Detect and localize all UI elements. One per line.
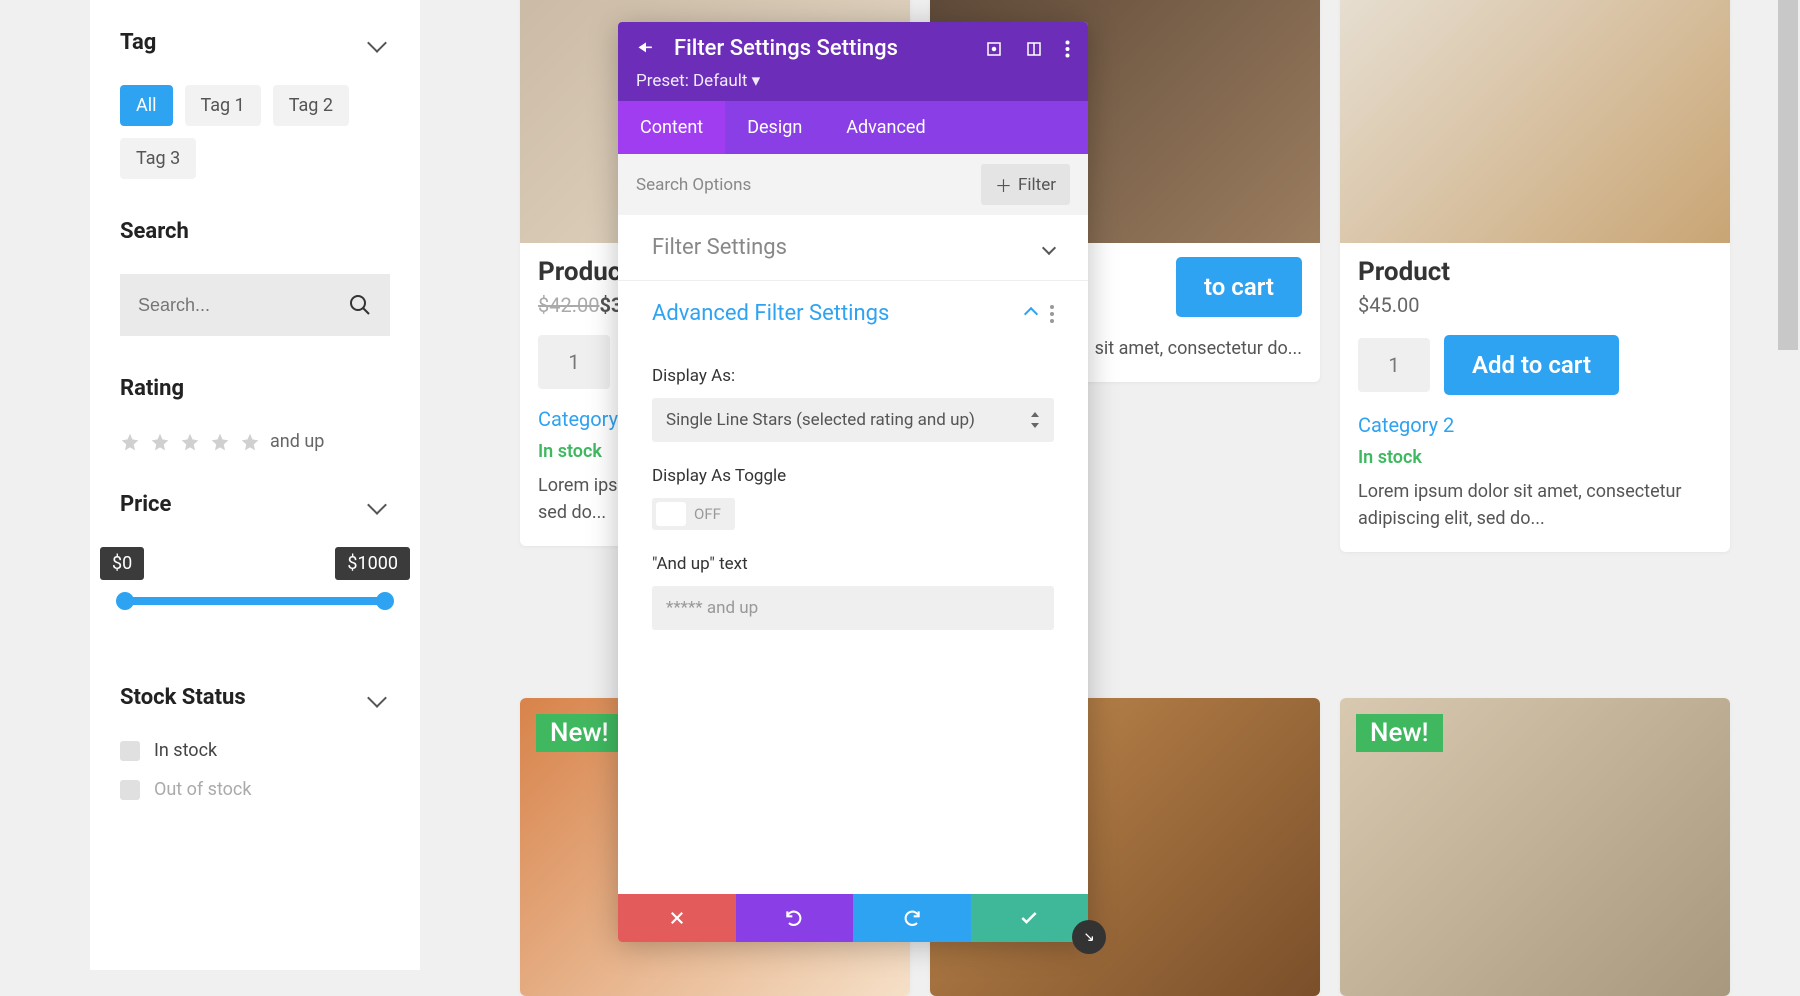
stock-out[interactable]: Out of stock — [120, 779, 390, 800]
display-as-label: Display As: — [652, 366, 1054, 386]
filter-settings-modal: Filter Settings Settings Preset: Default… — [618, 22, 1088, 942]
rating-andup: and up — [270, 431, 324, 452]
undo-button[interactable] — [736, 894, 854, 942]
search-icon[interactable] — [348, 293, 372, 317]
price-min: $0 — [100, 547, 144, 580]
add-to-cart-button[interactable]: to cart — [1176, 257, 1302, 317]
scrollbar[interactable] — [1778, 0, 1798, 350]
cancel-button[interactable] — [618, 894, 736, 942]
redo-button[interactable] — [853, 894, 971, 942]
checkbox-icon[interactable] — [120, 741, 140, 761]
checkbox-icon[interactable] — [120, 780, 140, 800]
chevron-down-icon — [1042, 240, 1056, 254]
search-box[interactable] — [120, 274, 390, 336]
product-card: New! — [1340, 698, 1730, 996]
tab-design[interactable]: Design — [725, 101, 824, 154]
stock-in-label: In stock — [154, 740, 217, 761]
tag-2[interactable]: Tag 2 — [273, 85, 349, 126]
price-title: Price — [120, 492, 171, 517]
display-toggle[interactable]: OFF — [652, 498, 735, 530]
toggle-knob — [656, 502, 686, 526]
stock-title: Stock Status — [120, 685, 246, 710]
toggle-label: Display As Toggle — [652, 466, 1054, 486]
chevron-up-icon — [1024, 306, 1038, 320]
qty-input[interactable]: 1 — [538, 335, 610, 389]
tag-all[interactable]: All — [120, 85, 173, 126]
star-icon — [210, 432, 230, 452]
search-input[interactable] — [138, 295, 372, 316]
new-badge: New! — [1356, 714, 1443, 752]
price-slider[interactable]: $0 $1000 — [120, 547, 390, 605]
modal-footer — [618, 894, 1088, 942]
product-title[interactable]: Product — [1358, 257, 1712, 287]
expand-icon[interactable] — [985, 40, 1003, 58]
stock-out-label: Out of stock — [154, 779, 251, 800]
search-options-label[interactable]: Search Options — [636, 175, 751, 195]
product-price: $45.00 — [1358, 293, 1712, 317]
modal-title: Filter Settings Settings — [674, 36, 967, 61]
rating-title: Rating — [120, 376, 184, 401]
tag-1[interactable]: Tag 1 — [185, 85, 261, 126]
columns-icon[interactable] — [1025, 40, 1043, 58]
price-max: $1000 — [335, 547, 410, 580]
star-icon — [180, 432, 200, 452]
tag-title: Tag — [120, 30, 156, 55]
product-card: Product $45.00 1 Add to cart Category 2 … — [1340, 0, 1730, 552]
slider-handle-max[interactable] — [376, 592, 394, 610]
stock-status: In stock — [1358, 447, 1712, 468]
slider-handle-min[interactable] — [116, 592, 134, 610]
display-as-select[interactable]: Single Line Stars (selected rating and u… — [652, 398, 1054, 442]
search-title: Search — [120, 219, 189, 244]
plus-icon: ＋ — [995, 172, 1012, 197]
star-icon — [120, 432, 140, 452]
andup-input[interactable]: ***** and up — [652, 586, 1054, 630]
back-icon[interactable] — [636, 39, 656, 59]
tag-3[interactable]: Tag 3 — [120, 138, 196, 179]
select-arrows-icon — [1030, 412, 1040, 428]
star-icon — [240, 432, 260, 452]
filter-sidebar: Tag All Tag 1 Tag 2 Tag 3 Search Rating — [90, 0, 420, 970]
chevron-down-icon[interactable] — [367, 33, 387, 53]
drag-handle-icon[interactable] — [1072, 920, 1106, 954]
stock-in[interactable]: In stock — [120, 740, 390, 761]
more-icon[interactable] — [1050, 305, 1054, 323]
modal-tabs: Content Design Advanced — [618, 101, 1088, 154]
new-badge: New! — [536, 714, 623, 752]
chevron-down-icon[interactable] — [367, 688, 387, 708]
tab-advanced[interactable]: Advanced — [824, 101, 947, 154]
rating-filter[interactable]: and up — [120, 431, 390, 452]
save-button[interactable] — [971, 894, 1089, 942]
product-image[interactable]: New! — [1340, 698, 1730, 996]
preset-selector[interactable]: Preset: Default ▾ — [636, 71, 1070, 91]
tab-content[interactable]: Content — [618, 101, 725, 154]
chevron-down-icon[interactable] — [367, 495, 387, 515]
more-icon[interactable] — [1065, 40, 1070, 58]
qty-input[interactable]: 1 — [1358, 338, 1430, 392]
star-icon — [150, 432, 170, 452]
section-filter-settings[interactable]: Filter Settings — [618, 215, 1088, 281]
product-desc: Lorem ipsum dolor sit amet, consectetur … — [1358, 478, 1712, 532]
category-link[interactable]: Category 2 — [1358, 413, 1712, 437]
add-to-cart-button[interactable]: Add to cart — [1444, 335, 1619, 395]
product-image[interactable] — [1340, 0, 1730, 243]
andup-label: "And up" text — [652, 554, 1054, 574]
toggle-state: OFF — [694, 505, 731, 523]
section-advanced-filter[interactable]: Advanced Filter Settings — [618, 281, 1088, 346]
filter-button[interactable]: ＋ Filter — [981, 164, 1070, 205]
